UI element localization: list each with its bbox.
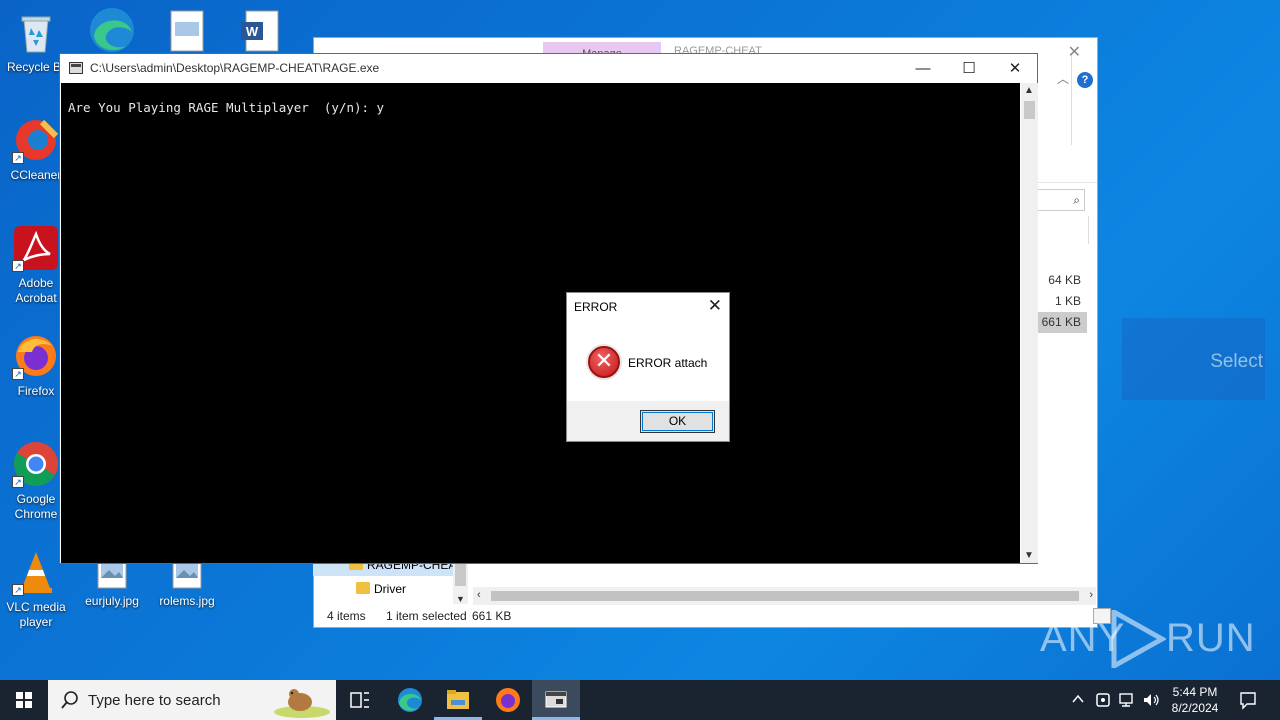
- dialog-footer: OK: [567, 401, 729, 441]
- firefox-icon: ↗: [12, 332, 60, 380]
- horizontal-scrollbar[interactable]: ‹ ›: [473, 587, 1096, 605]
- minimize-icon[interactable]: —: [900, 56, 946, 82]
- ccleaner-icon: ↗: [12, 116, 60, 164]
- maximize-icon[interactable]: ☐: [946, 56, 992, 82]
- nav-item-label: Driver: [374, 582, 406, 596]
- close-icon[interactable]: ✕: [708, 296, 722, 316]
- volume-icon[interactable]: [1142, 691, 1160, 720]
- scrollbar-thumb[interactable]: [455, 562, 466, 586]
- desktop-icon-label: rolems.jpg: [159, 594, 215, 608]
- notifications-icon[interactable]: [1238, 690, 1258, 720]
- desktop-icon-label: eurjuly.jpg: [85, 594, 139, 608]
- console-window[interactable]: C:\Users\admin\Desktop\RAGEMP-CHEAT\RAGE…: [59, 53, 1038, 564]
- shortcut-arrow-icon: ↗: [12, 476, 24, 488]
- taskbar-edge[interactable]: [386, 680, 434, 720]
- ribbon-collapse-icon[interactable]: ︿: [1057, 70, 1069, 87]
- console-output-text: Are You Playing RAGE Multiplayer (y/n): …: [68, 100, 385, 115]
- desktop-icon-label: VLC media player: [6, 600, 66, 629]
- console-app-icon: [545, 691, 567, 708]
- status-size: 661 KB: [472, 609, 512, 623]
- task-view-button[interactable]: [336, 680, 384, 720]
- status-selection: 1 item selected: [386, 609, 467, 623]
- dialog-title: ERROR: [574, 300, 618, 314]
- system-clock[interactable]: 5:44 PM 8/2/2024: [1160, 684, 1230, 716]
- scroll-left-icon[interactable]: ‹: [477, 589, 481, 601]
- shortcut-arrow-icon: ↗: [12, 260, 24, 272]
- edge-icon: [398, 688, 422, 712]
- firefox-icon: [496, 688, 520, 712]
- edge-desktop-icon[interactable]: [86, 6, 136, 54]
- anyrun-watermark: ANY RUN: [1040, 610, 1255, 670]
- windows-logo-icon: [16, 692, 32, 708]
- taskbar-search-box[interactable]: Type here to search: [48, 680, 336, 720]
- taskbar-file-explorer[interactable]: [434, 680, 482, 720]
- console-output-area[interactable]: Are You Playing RAGE Multiplayer (y/n): …: [61, 83, 1020, 563]
- acrobat-icon: ↗: [12, 224, 60, 272]
- select-overlay-text: Select: [1210, 351, 1263, 372]
- file-size-cell: 1 KB: [1054, 294, 1081, 308]
- explorer-divider: [1037, 182, 1097, 183]
- scrollbar-thumb[interactable]: [491, 591, 1079, 601]
- image-file-desktop-icon[interactable]: [170, 10, 204, 52]
- dialog-message: ERROR attach: [628, 356, 708, 370]
- ok-button[interactable]: OK: [640, 410, 715, 433]
- select-overlay: Select: [1122, 318, 1265, 400]
- scrollbar-thumb[interactable]: [1024, 101, 1035, 119]
- explorer-status-bar: 4 items 1 item selected 661 KB: [314, 606, 1111, 626]
- console-titlebar[interactable]: C:\Users\admin\Desktop\RAGEMP-CHEAT\RAGE…: [60, 54, 1037, 83]
- taskbar-firefox[interactable]: [484, 680, 532, 720]
- clock-date: 8/2/2024: [1171, 701, 1219, 715]
- status-item-count: 4 items: [327, 609, 366, 623]
- file-size-cell-selected: 661 KB: [1037, 312, 1087, 333]
- help-icon[interactable]: ?: [1077, 72, 1093, 88]
- chevron-down-icon[interactable]: ▼: [1024, 550, 1034, 561]
- security-tray-icon[interactable]: [1094, 691, 1112, 720]
- start-button[interactable]: [0, 680, 48, 720]
- close-icon[interactable]: ✕: [992, 56, 1038, 82]
- search-highlight-illustration-icon: [274, 689, 330, 718]
- folder-icon: [447, 690, 469, 709]
- scroll-right-icon[interactable]: ›: [1089, 589, 1093, 601]
- search-placeholder: Type here to search: [88, 692, 221, 709]
- error-dialog[interactable]: ERROR ✕ ✕ ERROR attach OK: [566, 292, 730, 442]
- watermark-text-right: RUN: [1166, 616, 1256, 660]
- task-view-icon: [350, 692, 369, 708]
- nav-item-driver[interactable]: Driver: [320, 578, 460, 600]
- desktop-icon-label: Google Chrome: [14, 492, 58, 521]
- shortcut-arrow-icon: ↗: [12, 368, 24, 380]
- console-scrollbar[interactable]: ▲ ▼: [1021, 83, 1038, 563]
- nav-pane-scrollbar[interactable]: ▼: [453, 560, 468, 604]
- folder-icon: [356, 582, 370, 594]
- file-size-cell: 64 KB: [1048, 273, 1081, 287]
- console-title: C:\Users\admin\Desktop\RAGEMP-CHEAT\RAGE…: [90, 61, 380, 75]
- svg-text:W: W: [246, 24, 259, 39]
- search-icon: [61, 691, 78, 709]
- taskbar: Type here to search 5:44 PM 8/2/2024: [0, 680, 1280, 720]
- console-app-icon: [69, 62, 83, 74]
- explorer-close-icon[interactable]: ✕: [1068, 42, 1081, 62]
- clock-time: 5:44 PM: [1172, 685, 1218, 699]
- taskbar-console[interactable]: [532, 680, 580, 720]
- search-icon: ⌕: [1073, 193, 1080, 207]
- chrome-icon: ↗: [12, 440, 60, 488]
- chevron-up-icon[interactable]: [1070, 691, 1086, 720]
- shortcut-arrow-icon: ↗: [12, 584, 24, 596]
- word-document-icon[interactable]: W: [240, 10, 280, 52]
- play-logo-icon: [1111, 610, 1166, 668]
- explorer-divider: [1088, 216, 1089, 244]
- recycle-bin-icon: [12, 8, 60, 56]
- chevron-up-icon[interactable]: ▲: [1024, 85, 1034, 96]
- shortcut-arrow-icon: ↗: [12, 152, 24, 164]
- error-icon: ✕: [588, 346, 620, 378]
- ribbon-separator: [1071, 55, 1072, 145]
- network-icon[interactable]: [1118, 691, 1136, 720]
- vlc-cone-icon: ↗: [12, 548, 60, 596]
- chevron-down-icon[interactable]: ▼: [456, 594, 465, 604]
- search-box[interactable]: ⌕: [1037, 189, 1085, 211]
